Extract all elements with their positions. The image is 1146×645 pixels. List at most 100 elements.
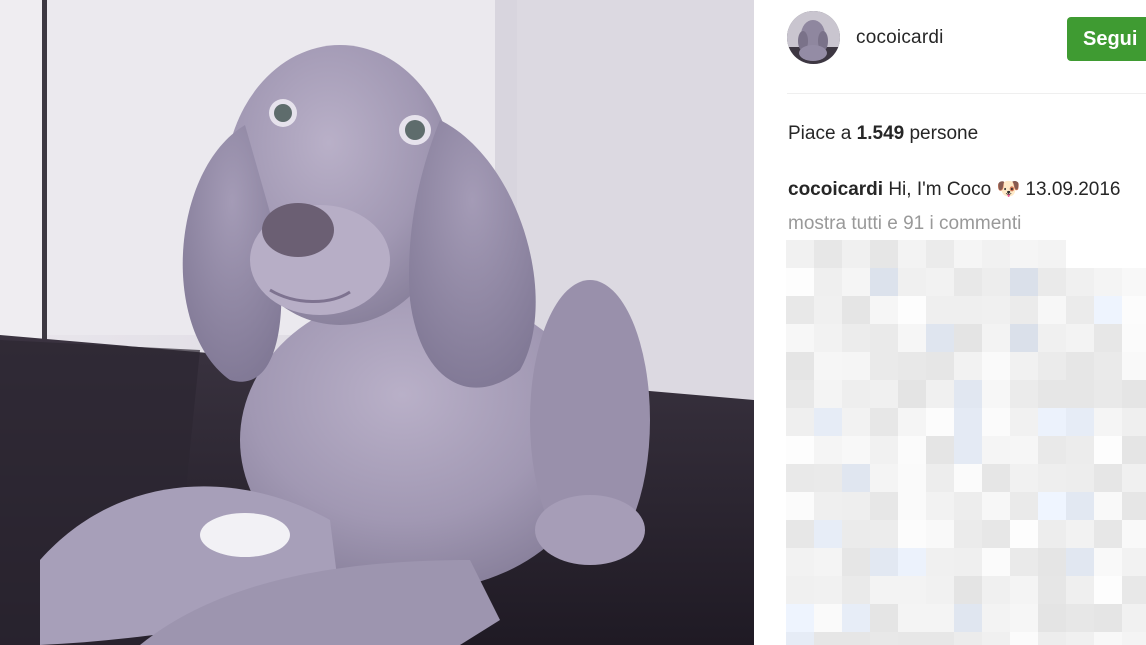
pixel-block bbox=[814, 576, 842, 604]
pixel-block bbox=[1122, 548, 1146, 576]
pixel-block bbox=[982, 492, 1010, 520]
pixel-block bbox=[1038, 576, 1066, 604]
likes-suffix: persone bbox=[904, 123, 979, 144]
pixel-block bbox=[1094, 352, 1122, 380]
pixel-block bbox=[1066, 324, 1094, 352]
pixel-block bbox=[1038, 380, 1066, 408]
pixel-block bbox=[1094, 380, 1122, 408]
pixel-block bbox=[1122, 324, 1146, 352]
pixel-block bbox=[926, 408, 954, 436]
pixel-block bbox=[870, 436, 898, 464]
pixel-block bbox=[1094, 632, 1122, 645]
pixel-block bbox=[1122, 380, 1146, 408]
pixel-block bbox=[898, 324, 926, 352]
pixel-block bbox=[814, 240, 842, 268]
pixel-block bbox=[982, 604, 1010, 632]
pixel-block bbox=[786, 464, 814, 492]
pixel-block bbox=[786, 268, 814, 296]
pixel-block bbox=[842, 352, 870, 380]
pixel-block bbox=[1094, 324, 1122, 352]
pixel-block bbox=[1122, 240, 1146, 268]
pixel-block bbox=[1094, 240, 1122, 268]
pixel-block bbox=[1010, 436, 1038, 464]
pixel-block bbox=[1094, 520, 1122, 548]
pixel-block bbox=[870, 380, 898, 408]
pixel-block bbox=[1122, 352, 1146, 380]
pixel-block bbox=[1010, 240, 1038, 268]
pixel-block bbox=[1010, 268, 1038, 296]
caption-username[interactable]: cocoicardi bbox=[788, 179, 883, 200]
pixel-block bbox=[1038, 604, 1066, 632]
pixel-block bbox=[1122, 408, 1146, 436]
pixel-block bbox=[982, 548, 1010, 576]
pixel-block bbox=[954, 296, 982, 324]
pixel-block bbox=[954, 492, 982, 520]
pixel-block bbox=[1066, 436, 1094, 464]
pixel-block bbox=[1066, 352, 1094, 380]
pixel-block bbox=[926, 548, 954, 576]
pixel-block bbox=[870, 324, 898, 352]
pixel-block bbox=[870, 464, 898, 492]
pixel-block bbox=[1010, 576, 1038, 604]
pixel-block bbox=[1094, 408, 1122, 436]
pixel-block bbox=[954, 240, 982, 268]
pixel-block bbox=[786, 604, 814, 632]
pixel-block bbox=[1038, 436, 1066, 464]
pixel-block bbox=[1094, 464, 1122, 492]
pixel-block bbox=[786, 352, 814, 380]
pixel-block bbox=[786, 408, 814, 436]
pixel-block bbox=[954, 268, 982, 296]
pixel-block bbox=[954, 520, 982, 548]
pixel-block bbox=[842, 548, 870, 576]
pixel-block bbox=[1122, 632, 1146, 645]
view-all-comments-link[interactable]: mostra tutti e 91 i commenti bbox=[788, 213, 1021, 235]
pixel-block bbox=[926, 324, 954, 352]
pixel-block bbox=[1066, 520, 1094, 548]
pixel-block bbox=[954, 548, 982, 576]
pixel-block bbox=[982, 380, 1010, 408]
pixel-block bbox=[1038, 492, 1066, 520]
pixel-block bbox=[870, 408, 898, 436]
follow-button[interactable]: Segui bbox=[1067, 17, 1146, 61]
pixel-block bbox=[870, 576, 898, 604]
pixel-block bbox=[786, 520, 814, 548]
pixel-block bbox=[926, 520, 954, 548]
likes-count-text[interactable]: Piace a 1.549 persone bbox=[788, 123, 978, 145]
pixel-block bbox=[954, 632, 982, 645]
pixel-block bbox=[1122, 268, 1146, 296]
pixel-block bbox=[1066, 492, 1094, 520]
pixel-block bbox=[1122, 520, 1146, 548]
pixel-block bbox=[870, 604, 898, 632]
pixel-block bbox=[1038, 632, 1066, 645]
pixel-block bbox=[870, 492, 898, 520]
pixel-block bbox=[1122, 464, 1146, 492]
pixelated-comments-area bbox=[786, 240, 1146, 645]
pixel-block bbox=[1038, 240, 1066, 268]
pixel-block bbox=[926, 632, 954, 645]
pixel-block bbox=[1122, 492, 1146, 520]
pixel-block bbox=[898, 576, 926, 604]
pixel-block bbox=[870, 520, 898, 548]
pixel-block bbox=[1066, 268, 1094, 296]
pixel-block bbox=[786, 632, 814, 645]
pixel-block bbox=[982, 296, 1010, 324]
pixel-block bbox=[926, 380, 954, 408]
pixel-block bbox=[1066, 604, 1094, 632]
pixel-block bbox=[786, 548, 814, 576]
post-photo[interactable] bbox=[0, 0, 754, 645]
post-author-username[interactable]: cocoicardi bbox=[856, 27, 944, 49]
pixel-block bbox=[982, 352, 1010, 380]
pixel-block bbox=[814, 464, 842, 492]
pixel-block bbox=[898, 240, 926, 268]
pixel-block bbox=[898, 380, 926, 408]
post-sidebar: cocoicardi Segui Piace a 1.549 persone c… bbox=[754, 0, 1146, 645]
pixel-block bbox=[870, 268, 898, 296]
pixel-block bbox=[954, 408, 982, 436]
pixel-block bbox=[814, 520, 842, 548]
avatar[interactable] bbox=[787, 11, 840, 64]
pixel-block bbox=[870, 296, 898, 324]
pixel-block bbox=[842, 492, 870, 520]
pixel-block bbox=[1010, 324, 1038, 352]
pixel-block bbox=[954, 464, 982, 492]
pixel-block bbox=[1010, 464, 1038, 492]
